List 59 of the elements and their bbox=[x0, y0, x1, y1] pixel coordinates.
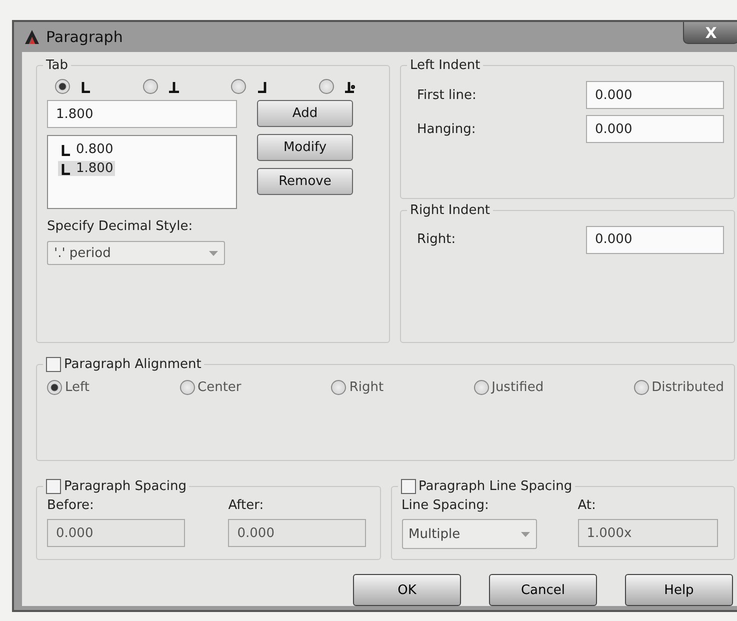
tab-type-radio[interactable] bbox=[319, 79, 334, 94]
field-label: Hanging: bbox=[417, 122, 476, 136]
field-label: After: bbox=[228, 498, 265, 513]
alignment-radio[interactable] bbox=[180, 380, 195, 395]
left-tab-icon bbox=[60, 144, 72, 156]
decimal-style-dropdown[interactable]: '.' period bbox=[47, 241, 225, 265]
option-label: Justified bbox=[492, 380, 544, 395]
spacing-field[interactable]: 0.000 bbox=[228, 519, 366, 547]
option-label: Distributed bbox=[652, 380, 724, 395]
tab-action-button[interactable]: Remove bbox=[257, 168, 353, 195]
dialog-button[interactable]: Cancel bbox=[489, 574, 597, 606]
option-label: Right bbox=[349, 380, 384, 395]
tab-type-radio[interactable] bbox=[231, 79, 246, 94]
left-tab-icon bbox=[60, 162, 72, 174]
line-spacing-checkbox[interactable] bbox=[400, 479, 416, 494]
decimal-tab-icon bbox=[344, 80, 356, 92]
alignment-checkbox[interactable] bbox=[46, 357, 61, 372]
spacing-checkbox[interactable] bbox=[46, 479, 61, 494]
field-label: Line Spacing: bbox=[402, 498, 490, 513]
dropdown-caret-icon bbox=[209, 250, 218, 256]
tab-type-radio[interactable] bbox=[143, 79, 158, 94]
field-label: Right: bbox=[417, 232, 456, 247]
line-spacing-dropdown[interactable]: Multiple bbox=[402, 519, 536, 549]
window-title: Paragraph bbox=[46, 28, 124, 46]
tab-stop-item[interactable]: 0.800 bbox=[76, 142, 114, 157]
option-label: Left bbox=[65, 380, 90, 395]
group-label: Right Indent bbox=[409, 202, 492, 218]
indent-field[interactable]: 0.000 bbox=[586, 226, 724, 254]
field-label: First line: bbox=[417, 88, 476, 102]
field-label: Before: bbox=[47, 498, 95, 513]
group-label: Paragraph Line Spacing bbox=[418, 479, 572, 494]
alignment-radio[interactable] bbox=[47, 380, 62, 395]
group-label: Tab bbox=[45, 58, 70, 73]
field-label: At: bbox=[578, 498, 597, 513]
spacing-field[interactable]: 0.000 bbox=[47, 519, 185, 547]
logo-icon bbox=[24, 29, 40, 45]
tab-stop-list[interactable]: 0.800 1.800 bbox=[47, 135, 237, 209]
center-tab-icon bbox=[168, 80, 180, 92]
right-tab-icon bbox=[256, 80, 268, 92]
tab-type-radio[interactable] bbox=[55, 79, 70, 94]
dialog-button[interactable]: OK bbox=[353, 574, 461, 606]
indent-field[interactable]: 0.000 bbox=[586, 81, 724, 109]
indent-field[interactable]: 0.000 bbox=[586, 115, 724, 143]
group-label: Left Indent bbox=[409, 58, 482, 73]
tab-position-field[interactable]: 1.800 bbox=[47, 100, 237, 128]
group-label: Paragraph Spacing bbox=[64, 479, 186, 494]
tab-action-button[interactable]: Modify bbox=[257, 134, 353, 161]
dialog-button[interactable]: Help bbox=[625, 574, 733, 606]
line-spacing-at-field[interactable]: 1.000x bbox=[578, 519, 718, 547]
tab-action-button[interactable]: Add bbox=[257, 100, 353, 127]
alignment-radio[interactable] bbox=[331, 380, 346, 395]
alignment-radio[interactable] bbox=[474, 380, 489, 395]
field-label: Specify Decimal Style: bbox=[47, 219, 194, 234]
left-tab-icon bbox=[80, 80, 92, 92]
alignment-radio[interactable] bbox=[634, 380, 649, 395]
close-button[interactable]: X bbox=[683, 22, 737, 44]
option-label: Center bbox=[198, 380, 242, 395]
group-label: Paragraph Alignment bbox=[64, 357, 202, 372]
dropdown-caret-icon bbox=[520, 532, 530, 536]
